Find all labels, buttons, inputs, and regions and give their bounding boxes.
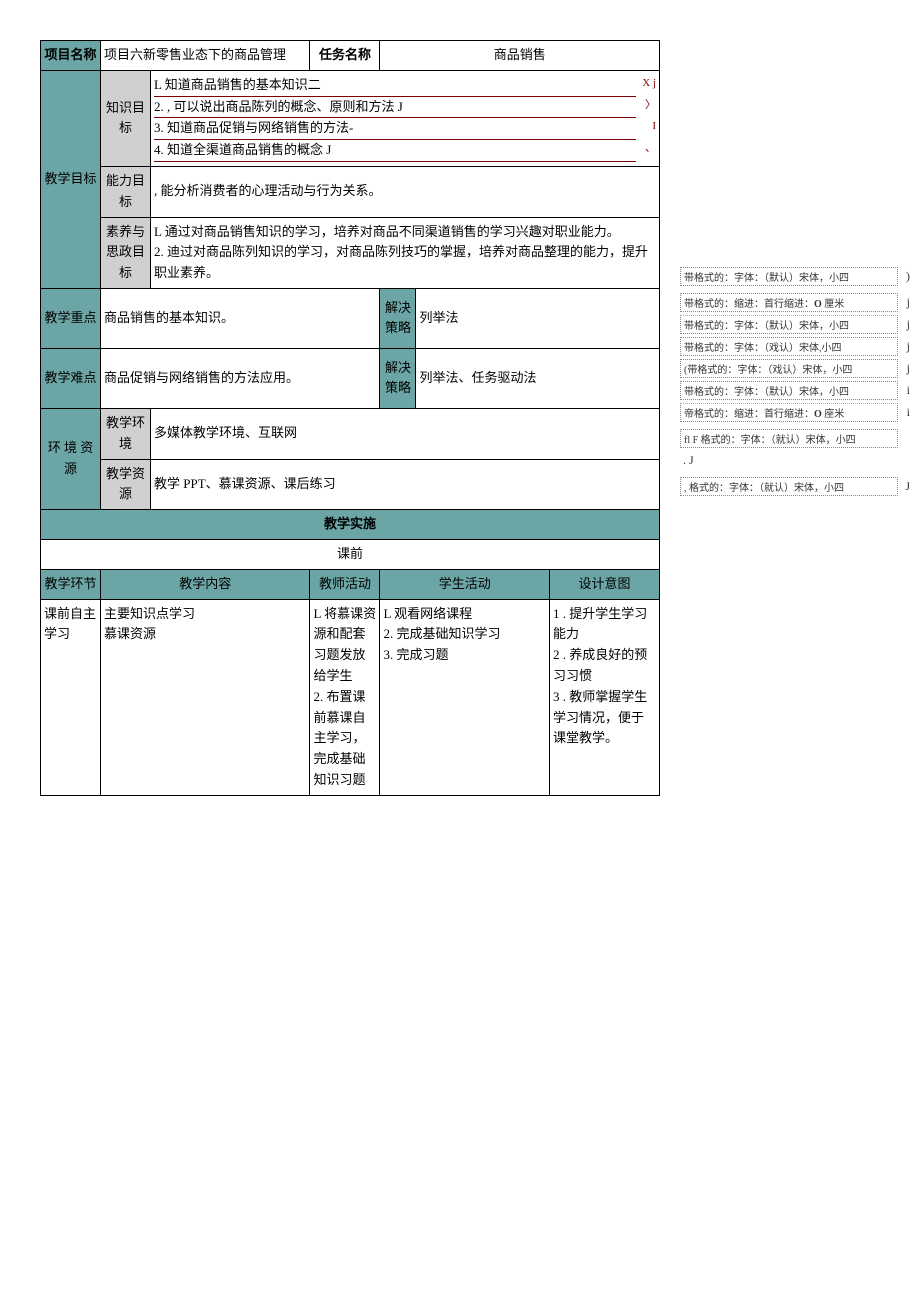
knowledge-goal-label: 知识目标 <box>101 70 151 166</box>
col-header-5: 设计意图 <box>550 569 660 599</box>
revision-comment: 带格式的：字体：（默认）宋体，小四) <box>680 265 910 287</box>
col-header-4: 学生活动 <box>380 569 550 599</box>
revision-comment: , 格式的：字体：（就认）宋体，小四J <box>680 475 910 497</box>
task-name-value: 商品销售 <box>380 41 660 71</box>
revision-comment: 带格式的：字体：（戏认）宋体,小四j <box>680 335 910 357</box>
revision-comment: 帝格式的：缩进：首行缩进：O 座米i <box>680 401 910 423</box>
knowledge-item-3: 3. 知道商品促销与网络销售的方法-I <box>154 118 656 140</box>
keypoint-strategy-label: 解决策略 <box>380 288 416 348</box>
comment-text: 带格式的：字体：（戏认）宋体,小四 <box>680 337 898 356</box>
keypoint-strategy-text: 列举法 <box>416 288 660 348</box>
env-text: 多媒体教学环境、互联网 <box>151 408 660 459</box>
comment-text: , 格式的：字体：（就认）宋体，小四 <box>680 477 898 496</box>
literacy-goal-label: 素养与思政目标 <box>101 217 151 288</box>
goals-section-label: 教学目标 <box>41 70 101 288</box>
res-label: 教学资源 <box>101 459 151 510</box>
comment-tail: i <box>898 405 910 420</box>
table-row-c4: L 观看网络课程 2. 完成基础知识学习 3. 完成习题 <box>380 599 550 795</box>
keypoint-label: 教学重点 <box>41 288 101 348</box>
difficulty-strategy-label: 解决策略 <box>380 348 416 408</box>
difficulty-text: 商品促销与网络销售的方法应用。 <box>101 348 380 408</box>
comment-text: (带格式的：字体：（戏认）宋体，小四 <box>680 359 898 378</box>
table-row-c5: 1 . 提升学生学习能力 2 . 养成良好的预习习惯 3 . 教师掌握学生学习情… <box>550 599 660 795</box>
revision-comment: fl F 格式的：字体：（就认）宋体，小四 <box>680 427 910 449</box>
comment-tail: i <box>898 383 910 398</box>
col-header-2: 教学内容 <box>101 569 310 599</box>
table-row-c1: 课前自主学习 <box>41 599 101 795</box>
ability-goal-content: , 能分析消费者的心理活动与行为关系。 <box>151 166 660 217</box>
knowledge-item-1: L 知道商品销售的基本知识二X j <box>154 75 656 97</box>
difficulty-strategy-text: 列举法、任务驱动法 <box>416 348 660 408</box>
revision-comments: 带格式的：字体：（默认）宋体，小四)带格式的：缩进：首行缩进：O 厘米j带格式的… <box>680 265 910 497</box>
keypoint-text: 商品销售的基本知识。 <box>101 288 380 348</box>
project-name-value: 项目六新零售业态下的商品管理 <box>101 41 310 71</box>
table-row-c2: 主要知识点学习 慕课资源 <box>101 599 310 795</box>
difficulty-label: 教学难点 <box>41 348 101 408</box>
revision-comment: . J <box>680 449 910 471</box>
table-row-c3: L 将慕课资源和配套习题发放给学生 2. 布置课前慕课自主学习，完成基础知识习题 <box>310 599 380 795</box>
env-section-label: 环 境 资源 <box>41 408 101 509</box>
comment-text: 带格式的：字体：（默认）宋体，小四 <box>680 267 898 286</box>
project-name-label: 项目名称 <box>41 41 101 71</box>
revision-comment: 带格式的：字体：（默认）宋体，小四j <box>680 313 910 335</box>
impl-pre-label: 课前 <box>41 539 660 569</box>
comment-tail: j <box>898 361 910 376</box>
col-header-3: 教师活动 <box>310 569 380 599</box>
impl-section-label: 教学实施 <box>41 510 660 540</box>
comment-text: 带格式的：字体：（默认）宋体，小四 <box>680 381 898 400</box>
comment-text: 带格式的：字体：（默认）宋体，小四 <box>680 315 898 334</box>
comment-tail: j <box>898 339 910 354</box>
ability-goal-label: 能力目标 <box>101 166 151 217</box>
knowledge-goal-content: L 知道商品销售的基本知识二X j 2. , 可以说出商品陈列的概念、原则和方法… <box>151 70 660 166</box>
col-header-1: 教学环节 <box>41 569 101 599</box>
comment-tail: J <box>898 479 910 494</box>
env-label: 教学环境 <box>101 408 151 459</box>
revision-comment: (带格式的：字体：（戏认）宋体，小四j <box>680 357 910 379</box>
comment-tail: ) <box>898 269 910 284</box>
literacy-goal-content: L 通过对商品销售知识的学习，培养对商品不同渠道销售的学习兴趣对职业能力。 2.… <box>151 217 660 288</box>
revision-comment: 带格式的：缩进：首行缩进：O 厘米j <box>680 291 910 313</box>
comment-text: 帝格式的：缩进：首行缩进：O 座米 <box>680 403 898 422</box>
comment-text: . J <box>680 452 910 469</box>
revision-comment: 带格式的：字体：（默认）宋体，小四i <box>680 379 910 401</box>
comment-tail: j <box>898 295 910 310</box>
task-name-label: 任务名称 <box>310 41 380 71</box>
comment-text: fl F 格式的：字体：（就认）宋体，小四 <box>680 429 898 448</box>
comment-text: 带格式的：缩进：首行缩进：O 厘米 <box>680 293 898 312</box>
knowledge-item-2: 2. , 可以说出商品陈列的概念、原则和方法 J〉 <box>154 97 656 119</box>
res-text: 教学 PPT、慕课资源、课后练习 <box>151 459 660 510</box>
comment-tail: j <box>898 317 910 332</box>
knowledge-item-4: 4. 知道全渠道商品销售的概念 J、 <box>154 140 656 162</box>
